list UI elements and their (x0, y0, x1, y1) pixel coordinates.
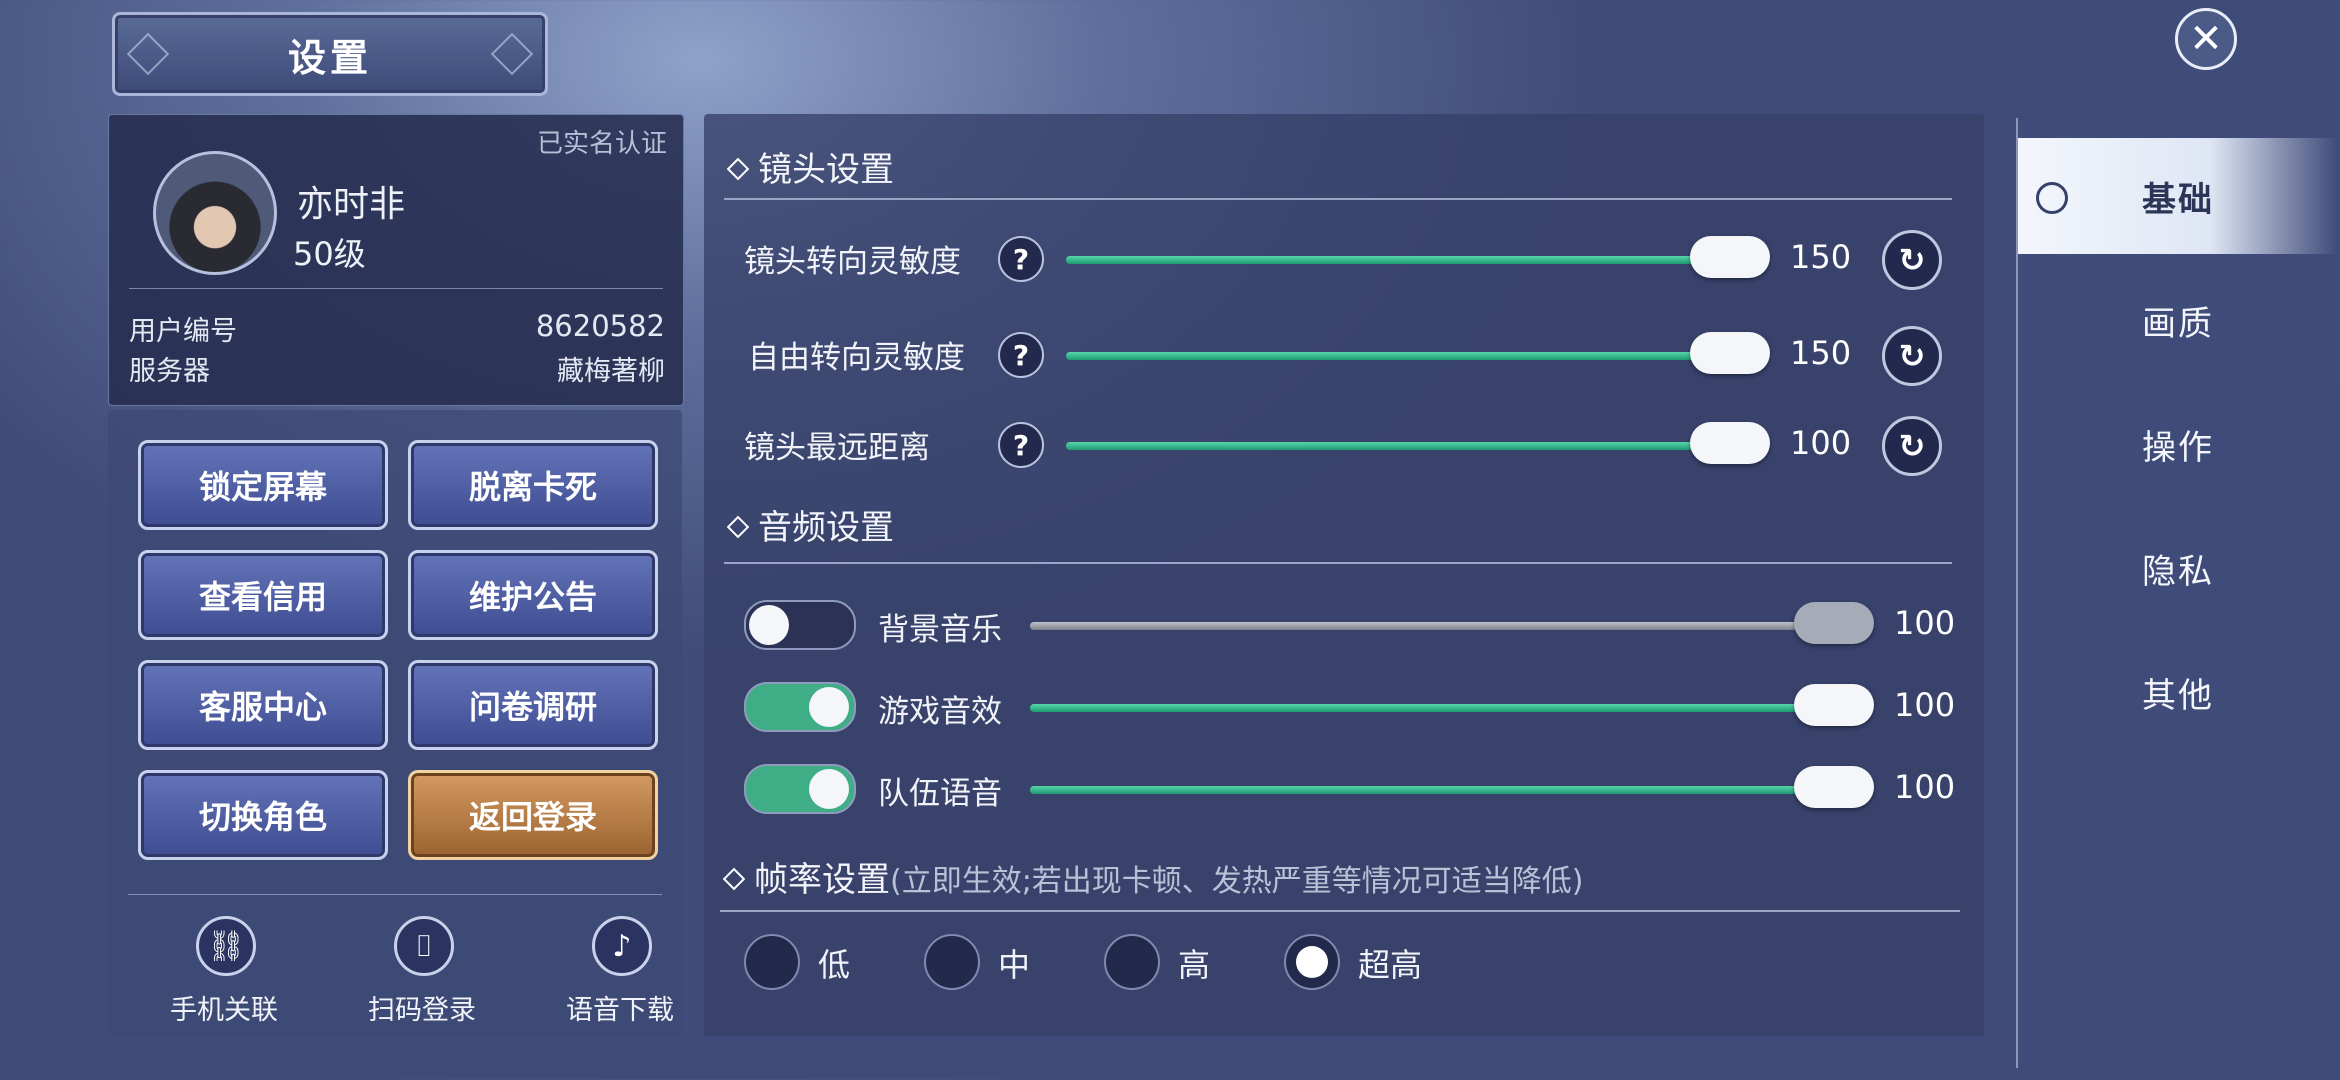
section-divider (724, 198, 1952, 200)
help-icon[interactable]: ? (998, 332, 1044, 378)
ornament-icon (126, 32, 170, 76)
survey-button[interactable]: 问卷调研 (408, 660, 658, 750)
reset-icon[interactable]: ↻ (1882, 416, 1942, 476)
camera-section-title: 镜头设置 (724, 142, 894, 191)
framerate-ultra-radio[interactable] (1284, 934, 1340, 990)
verified-badge: 已实名认证 (536, 129, 667, 159)
framerate-medium-label: 中 (998, 946, 1031, 984)
sfx-toggle[interactable] (744, 682, 856, 732)
player-level: 50级 (293, 235, 366, 273)
free-rotation-sensitivity-label: 自由转向灵敏度 (748, 340, 965, 376)
server-value: 藏梅著柳 (557, 356, 665, 387)
team-voice-label: 队伍语音 (878, 776, 1002, 812)
tab-privacy[interactable]: 隐私 (2018, 510, 2338, 626)
camera-rotation-sensitivity-slider[interactable] (1066, 256, 1764, 264)
team-voice-toggle[interactable] (744, 764, 856, 814)
slider-handle[interactable] (1794, 684, 1874, 726)
camera-max-distance-value: 100 (1790, 424, 1852, 462)
tab-basic[interactable]: 基础 (2018, 138, 2338, 254)
tab-other[interactable]: 其他 (2018, 634, 2338, 750)
reset-icon[interactable]: ↻ (1882, 326, 1942, 386)
divider (128, 894, 662, 895)
scan-icon: ⌷ (394, 916, 454, 976)
reset-icon[interactable]: ↻ (1882, 230, 1942, 290)
tab-controls[interactable]: 操作 (2018, 386, 2338, 502)
close-x-icon: ✕ (2189, 16, 2223, 62)
settings-panel: 镜头设置 镜头转向灵敏度 ? 150 ↻ 自由转向灵敏度 ? 150 ↻ 镜头最… (704, 114, 1984, 1036)
diamond-icon (722, 867, 746, 891)
action-panel: 锁定屏幕 脱离卡死 查看信用 维护公告 客服中心 问卷调研 切换角色 返回登录 … (108, 410, 682, 1036)
credit-button[interactable]: 查看信用 (138, 550, 388, 640)
framerate-high-radio[interactable] (1104, 934, 1160, 990)
scan-login-button[interactable]: ⌷ 扫码登录 (362, 916, 512, 1027)
bgm-label: 背景音乐 (878, 612, 1002, 648)
audio-section-title: 音频设置 (724, 500, 894, 549)
section-divider (724, 562, 1952, 564)
music-note-icon: ♪ (592, 916, 652, 976)
free-rotation-sensitivity-value: 150 (1790, 334, 1852, 372)
help-icon[interactable]: ? (998, 422, 1044, 468)
bgm-toggle[interactable] (744, 600, 856, 650)
voice-download-label: 语音下载 (566, 995, 674, 1026)
camera-rotation-sensitivity-value: 150 (1790, 238, 1852, 276)
phone-link-button[interactable]: ⛓ 手机关联 (164, 916, 314, 1027)
user-id-value: 8620582 (535, 309, 665, 343)
player-name: 亦时非 (297, 184, 406, 225)
framerate-low-label: 低 (818, 946, 851, 984)
bgm-volume-value: 100 (1894, 604, 1956, 642)
camera-max-distance-slider[interactable] (1066, 442, 1764, 450)
team-voice-volume-slider[interactable] (1030, 786, 1850, 794)
user-id-label: 用户编号 (129, 316, 237, 347)
camera-rotation-sensitivity-label: 镜头转向灵敏度 (744, 244, 961, 280)
tab-ornament-icon (2036, 182, 2068, 214)
diamond-icon (726, 157, 750, 181)
maintenance-notice-button[interactable]: 维护公告 (408, 550, 658, 640)
section-divider (720, 910, 1960, 912)
team-voice-volume-value: 100 (1894, 768, 1956, 806)
sfx-volume-slider[interactable] (1030, 704, 1850, 712)
voice-download-button[interactable]: ♪ 语音下载 (560, 916, 710, 1027)
profile-card: 已实名认证 亦时非 50级 用户编号 8620582 服务器 藏梅著柳 (108, 114, 684, 406)
tab-graphics[interactable]: 画质 (2018, 262, 2338, 378)
customer-service-button[interactable]: 客服中心 (138, 660, 388, 750)
framerate-hint: (立即生效;若出现卡顿、发热严重等情况可适当降低) (890, 864, 1584, 899)
slider-handle[interactable] (1690, 332, 1770, 374)
lock-screen-button[interactable]: 锁定屏幕 (138, 440, 388, 530)
slider-handle[interactable] (1794, 602, 1874, 644)
diamond-icon (726, 515, 750, 539)
help-icon[interactable]: ? (998, 236, 1044, 282)
ornament-icon (490, 32, 534, 76)
link-icon: ⛓ (196, 916, 256, 976)
camera-max-distance-label: 镜头最远距离 (744, 430, 930, 466)
slider-handle[interactable] (1794, 766, 1874, 808)
slider-handle[interactable] (1690, 422, 1770, 464)
free-rotation-sensitivity-slider[interactable] (1066, 352, 1764, 360)
settings-title-plate: 设置 (112, 12, 548, 96)
switch-character-button[interactable]: 切换角色 (138, 770, 388, 860)
settings-tabs: 基础 画质 操作 隐私 其他 (2016, 118, 2340, 1068)
page-title: 设置 (287, 34, 372, 80)
divider (129, 288, 663, 289)
unstuck-button[interactable]: 脱离卡死 (408, 440, 658, 530)
scan-login-label: 扫码登录 (368, 995, 476, 1026)
bgm-volume-slider[interactable] (1030, 622, 1850, 630)
framerate-medium-radio[interactable] (924, 934, 980, 990)
phone-link-label: 手机关联 (170, 995, 278, 1026)
sfx-label: 游戏音效 (878, 694, 1002, 730)
slider-handle[interactable] (1690, 236, 1770, 278)
framerate-section-title: 帧率设置(立即生效;若出现卡顿、发热严重等情况可适当降低) (720, 852, 1584, 901)
sfx-volume-value: 100 (1894, 686, 1956, 724)
return-login-button[interactable]: 返回登录 (408, 770, 658, 860)
avatar[interactable] (153, 151, 277, 275)
framerate-low-radio[interactable] (744, 934, 800, 990)
close-button[interactable]: ✕ (2175, 8, 2237, 70)
framerate-high-label: 高 (1178, 946, 1211, 984)
server-label: 服务器 (129, 356, 210, 387)
framerate-ultra-label: 超高 (1358, 946, 1423, 984)
